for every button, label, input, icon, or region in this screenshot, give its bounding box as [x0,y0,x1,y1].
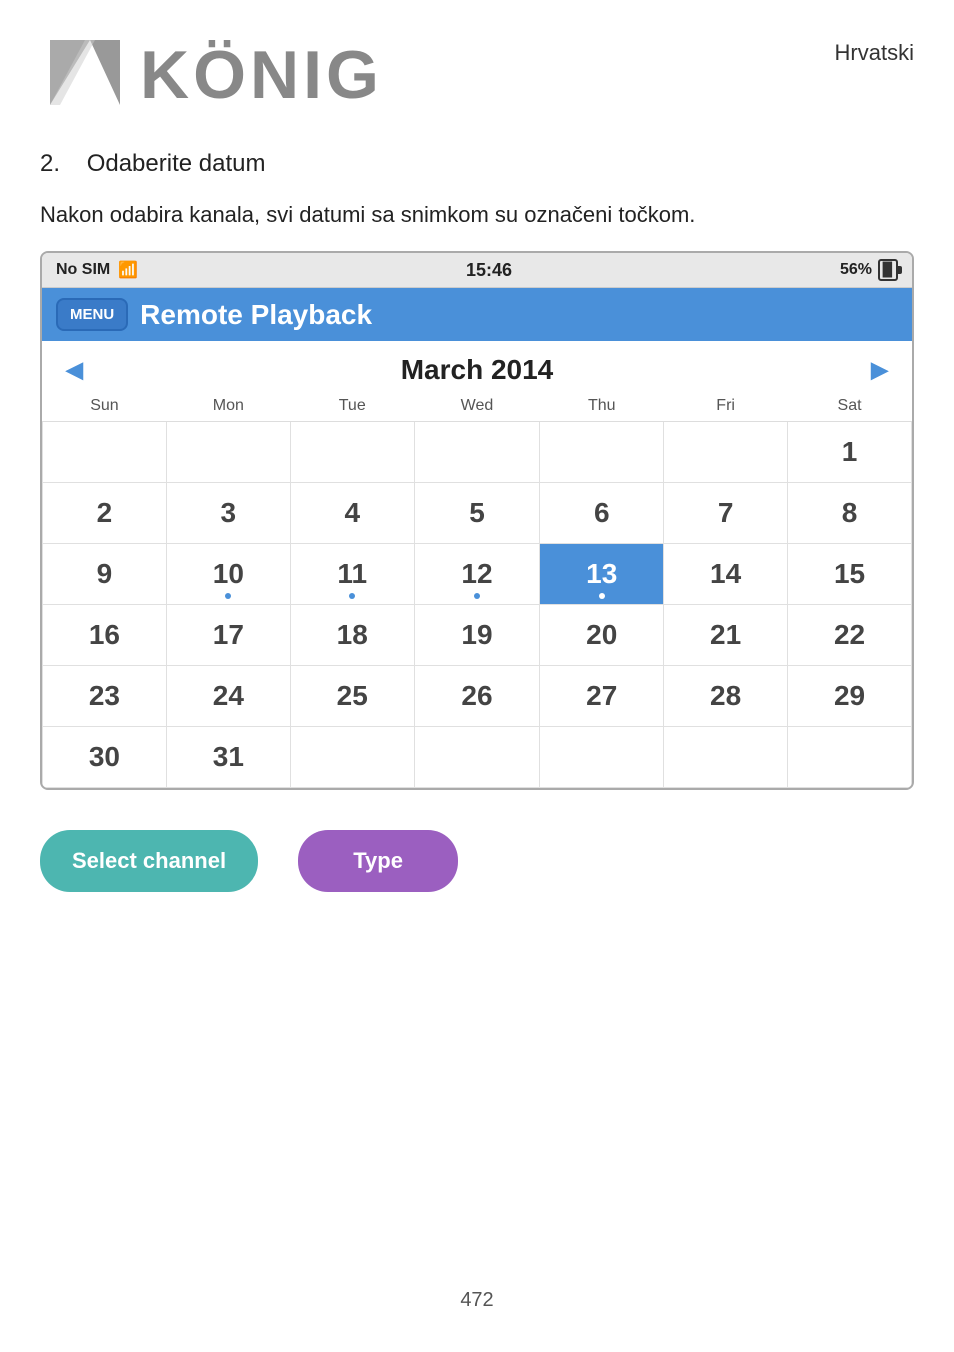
menu-button[interactable]: MENU [56,298,128,331]
calendar-day-cell [540,727,664,788]
calendar-day-cell[interactable]: 10 [166,544,290,605]
calendar-month-title: March 2014 [401,354,554,386]
calendar-day-cell [290,727,414,788]
weekday-sat: Sat [788,391,912,422]
calendar-day-cell [788,727,912,788]
calendar-day-cell [540,422,664,483]
weekday-wed: Wed [414,391,540,422]
calendar-day-cell[interactable]: 12 [414,544,540,605]
calendar-week-row: 23242526272829 [43,666,912,727]
weekday-fri: Fri [664,391,788,422]
calendar-week-row: 1 [43,422,912,483]
calendar-week-row: 2345678 [43,483,912,544]
calendar-day-cell[interactable]: 8 [788,483,912,544]
logo-container: KÖNIG [40,30,383,120]
calendar-grid: Sun Mon Tue Wed Thu Fri Sat 123456789101… [42,391,912,788]
network-label: No SIM [56,261,110,279]
status-bar: No SIM 📶 15:46 56% ▉ [42,253,912,288]
battery-label: 56% [840,261,872,279]
select-channel-button[interactable]: Select channel [40,830,258,892]
recording-dot [474,593,480,599]
calendar-day-cell[interactable]: 29 [788,666,912,727]
next-month-button[interactable]: ▶ [863,353,896,387]
calendar-day-cell[interactable]: 26 [414,666,540,727]
section-number: 2. [40,150,60,177]
calendar-day-cell[interactable]: 6 [540,483,664,544]
app-title: Remote Playback [140,299,372,331]
calendar-day-cell[interactable]: 22 [788,605,912,666]
calendar-nav: ◀ March 2014 ▶ [42,341,912,391]
calendar-day-cell [664,727,788,788]
calendar-day-cell[interactable]: 9 [43,544,167,605]
language-label: Hrvatski [835,30,914,66]
buttons-row: Select channel Type [0,790,954,932]
page-number: 472 [460,1289,493,1311]
weekday-header-row: Sun Mon Tue Wed Thu Fri Sat [43,391,912,422]
calendar-day-cell [166,422,290,483]
calendar-day-cell[interactable]: 18 [290,605,414,666]
battery-icon: ▉ [878,259,898,281]
calendar-day-cell [290,422,414,483]
page-footer: 472 [0,1269,954,1332]
weekday-mon: Mon [166,391,290,422]
app-header: MENU Remote Playback [42,288,912,341]
phone-frame: No SIM 📶 15:46 56% ▉ MENU Remote Playbac… [40,251,914,790]
calendar-day-cell[interactable]: 14 [664,544,788,605]
description-text: Nakon odabira kanala, svi datumi sa snim… [0,188,954,251]
weekday-thu: Thu [540,391,664,422]
calendar-day-cell[interactable]: 11 [290,544,414,605]
calendar-day-cell [43,422,167,483]
calendar-day-cell [414,422,540,483]
calendar-week-row: 16171819202122 [43,605,912,666]
calendar-day-cell[interactable]: 24 [166,666,290,727]
calendar-day-cell[interactable]: 27 [540,666,664,727]
recording-dot [349,593,355,599]
weekday-tue: Tue [290,391,414,422]
calendar-day-cell [664,422,788,483]
calendar-day-cell[interactable]: 15 [788,544,912,605]
calendar-day-cell[interactable]: 13 [540,544,664,605]
calendar-day-cell[interactable]: 28 [664,666,788,727]
status-left: No SIM 📶 [56,260,138,280]
calendar-day-cell[interactable]: 16 [43,605,167,666]
calendar-container: ◀ March 2014 ▶ Sun Mon Tue Wed Thu Fri S… [42,341,912,788]
calendar-day-cell[interactable]: 31 [166,727,290,788]
logo-text: KÖNIG [140,36,383,114]
calendar-day-cell[interactable]: 2 [43,483,167,544]
calendar-day-cell[interactable]: 3 [166,483,290,544]
calendar-week-row: 3031 [43,727,912,788]
calendar-day-cell[interactable]: 25 [290,666,414,727]
weekday-sun: Sun [43,391,167,422]
status-time: 15:46 [466,260,512,281]
calendar-day-cell[interactable]: 20 [540,605,664,666]
calendar-week-row: 9101112131415 [43,544,912,605]
calendar-day-cell [414,727,540,788]
section-heading: 2. Odaberite datum [0,130,954,188]
type-button[interactable]: Type [298,830,458,892]
wifi-icon: 📶 [118,260,138,280]
recording-dot [599,593,605,599]
calendar-day-cell[interactable]: 19 [414,605,540,666]
calendar-day-cell[interactable]: 5 [414,483,540,544]
calendar-day-cell[interactable]: 4 [290,483,414,544]
calendar-day-cell[interactable]: 23 [43,666,167,727]
konig-logo-icon [40,30,130,120]
calendar-day-cell[interactable]: 17 [166,605,290,666]
status-right: 56% ▉ [840,259,898,281]
prev-month-button[interactable]: ◀ [58,353,91,387]
calendar-day-cell[interactable]: 30 [43,727,167,788]
calendar-day-cell[interactable]: 7 [664,483,788,544]
calendar-day-cell[interactable]: 21 [664,605,788,666]
recording-dot [225,593,231,599]
calendar-day-cell[interactable]: 1 [788,422,912,483]
section-title: Odaberite datum [87,150,266,177]
page-header: KÖNIG Hrvatski [0,0,954,130]
